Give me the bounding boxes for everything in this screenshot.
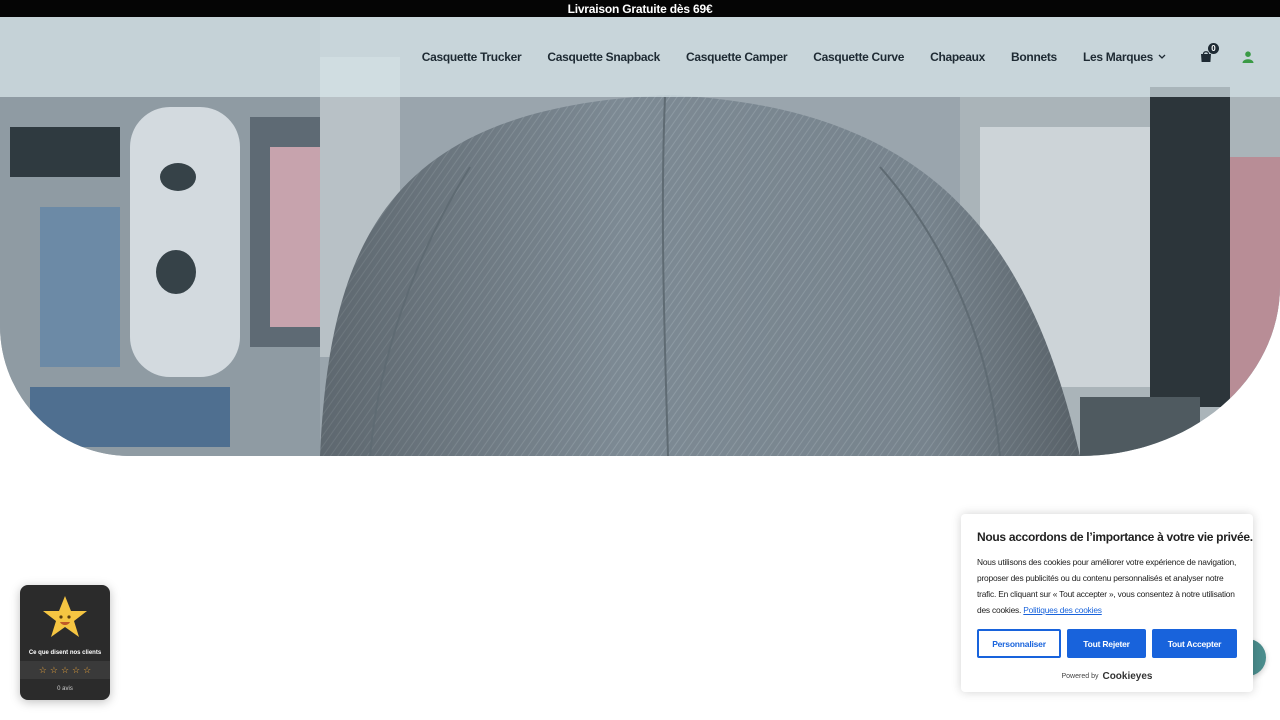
main-nav: Casquette Trucker Casquette Snapback Cas… [422,17,1280,97]
nav-casquette-curve[interactable]: Casquette Curve [813,50,904,64]
cart-count-badge: 0 [1208,43,1219,54]
chevron-down-icon [1158,54,1166,59]
cookieyes-logo: Cookieyes [1102,671,1153,682]
site-header: Casquette Trucker Casquette Snapback Cas… [0,17,1280,97]
nav-les-marques-label: Les Marques [1082,50,1153,64]
reviews-widget[interactable]: Ce que disent nos clients ☆ ☆ ☆ ☆ ☆ 0 av… [20,585,110,700]
cookie-banner: Nous accordons de l’importance à votre v… [961,514,1253,692]
accept-all-button[interactable]: Tout Accepter [1152,629,1237,658]
nav-chapeaux[interactable]: Chapeaux [930,50,985,64]
customize-button[interactable]: Personnaliser [977,629,1061,658]
reviews-caption: Ce que disent nos clients [28,650,102,656]
star-outline-icon: ☆ [60,664,70,675]
nav-casquette-camper[interactable]: Casquette Camper [686,50,788,64]
star-outline-icon: ☆ [83,664,92,675]
reviews-rating: ☆ ☆ ☆ ☆ ☆ [20,661,110,679]
account-button[interactable] [1242,50,1256,64]
nav-casquette-trucker[interactable]: Casquette Trucker [422,50,522,64]
nav-casquette-snapback[interactable]: Casquette Snapback [547,50,660,64]
nav-bonnets[interactable]: Bonnets [1011,50,1057,64]
powered-by-label: Powered by [1061,673,1099,680]
cookie-body: Nous utilisons des cookies pour améliore… [977,554,1237,618]
star-outline-icon: ☆ [49,664,58,675]
cart-button[interactable]: 0 [1200,43,1219,64]
nav-les-marques[interactable]: Les Marques [1083,50,1166,64]
cookie-policy-link[interactable]: Politiques des cookies [1023,605,1102,615]
powered-by: Powered by Cookieyes [977,671,1237,682]
announcement-bar: Livraison Gratuite dès 69€ [0,0,1280,17]
reject-all-button[interactable]: Tout Rejeter [1067,629,1146,658]
star-smile-icon [43,596,87,637]
cookie-title: Nous accordons de l’importance à votre v… [977,530,1253,544]
user-icon [1242,51,1254,63]
cookie-body-text: Nous utilisons des cookies pour améliore… [977,557,1237,615]
star-outline-icon: ☆ [72,664,81,675]
announcement-text: Livraison Gratuite dès 69€ [567,1,713,16]
cookie-buttons: Personnaliser Tout Rejeter Tout Accepter [977,629,1237,658]
reviews-count: 0 avis [57,686,73,692]
star-outline-icon: ☆ [38,664,47,675]
